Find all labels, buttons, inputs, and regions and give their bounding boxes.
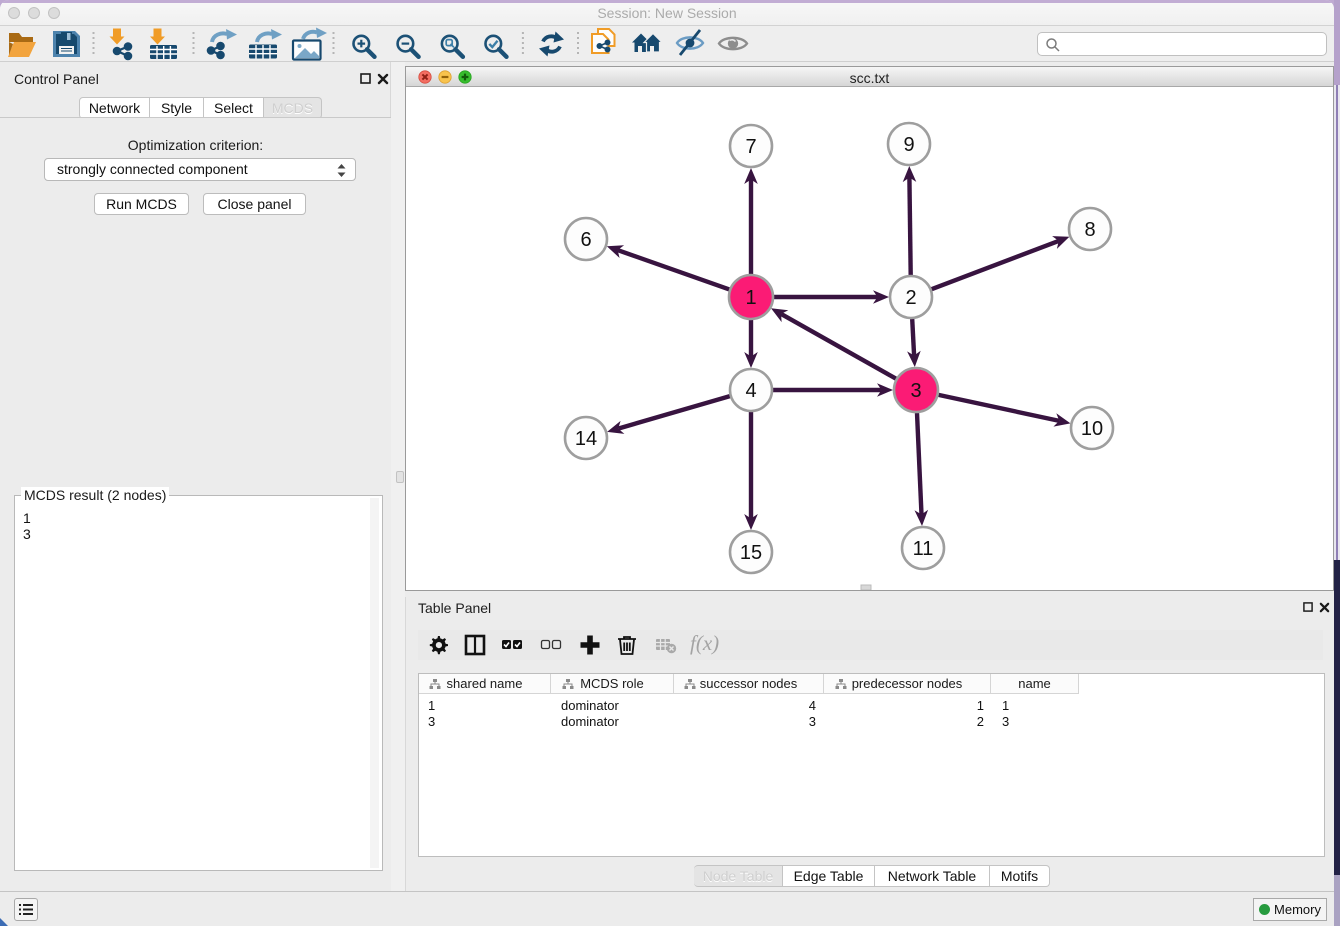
svg-text:1: 1 (745, 287, 756, 309)
svg-text:7: 7 (745, 136, 756, 158)
svg-text:14: 14 (575, 428, 597, 450)
svg-text:11: 11 (913, 538, 934, 560)
svg-text:15: 15 (740, 542, 762, 564)
svg-text:9: 9 (903, 134, 914, 156)
svg-text:4: 4 (745, 380, 756, 402)
svg-text:8: 8 (1084, 219, 1095, 241)
svg-text:3: 3 (910, 380, 921, 402)
svg-text:2: 2 (905, 287, 916, 309)
svg-text:6: 6 (580, 229, 591, 251)
svg-text:10: 10 (1081, 418, 1103, 440)
